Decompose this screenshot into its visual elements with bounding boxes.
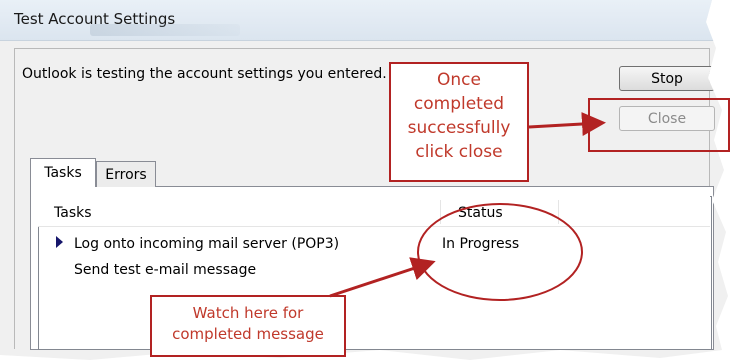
status-message: Outlook is testing the account settings … bbox=[22, 66, 387, 82]
current-task-arrow-icon bbox=[56, 236, 63, 248]
callout-line: successfully bbox=[407, 118, 511, 138]
task-row-1-label: Log onto incoming mail server (POP3) bbox=[74, 236, 340, 252]
task-row-1-status: In Progress bbox=[442, 236, 520, 252]
tab-errors[interactable]: Errors bbox=[96, 161, 156, 187]
list-header bbox=[38, 196, 710, 227]
close-button-highlight bbox=[588, 98, 730, 152]
task-row-2-label: Send test e-mail message bbox=[74, 262, 257, 278]
tab-tasks[interactable]: Tasks bbox=[30, 158, 96, 187]
column-separator bbox=[558, 200, 559, 224]
watch-instruction-callout: Watch here for completed message bbox=[150, 295, 346, 357]
column-separator bbox=[440, 200, 441, 224]
stop-button[interactable]: Stop bbox=[619, 66, 715, 91]
callout-line: completed message bbox=[172, 325, 324, 343]
column-header-status[interactable]: Status bbox=[458, 205, 503, 221]
test-account-settings-dialog: Test Account Settings Outlook is testing… bbox=[0, 0, 728, 360]
callout-line: completed bbox=[413, 94, 505, 114]
title-bar: Test Account Settings bbox=[0, 0, 728, 41]
title-shadow-decoration bbox=[90, 24, 240, 36]
callout-line: Watch here for bbox=[192, 304, 304, 322]
callout-line: Once bbox=[437, 70, 481, 90]
callout-line: click close bbox=[415, 142, 503, 162]
close-instruction-callout: Once completed successfully click close bbox=[389, 62, 529, 182]
column-header-tasks[interactable]: Tasks bbox=[54, 205, 92, 221]
